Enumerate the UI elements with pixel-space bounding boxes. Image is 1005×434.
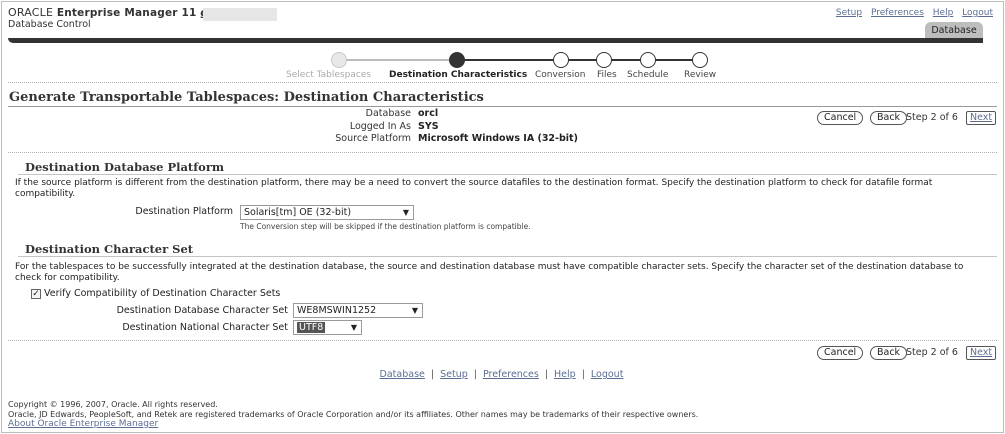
logo-oracle-text: ORACLE [8,6,54,19]
help-link[interactable]: Help [933,8,954,18]
footer-logout-link[interactable]: Logout [591,369,624,380]
step-dot-schedule [640,52,656,68]
header-bar [8,38,983,43]
db-charset-select[interactable]: WE8MSWIN1252 ▼ [293,303,423,318]
db-charset-label: Destination Database Character Set [116,305,288,316]
db-charset-value: WE8MSWIN1252 [297,305,377,316]
footer-database-link[interactable]: Database [380,369,425,380]
divider [8,152,997,153]
national-charset-label: Destination National Character Set [122,322,288,333]
step-label-select-tablespaces: Select Tablespaces [286,70,371,80]
charset-description: For the tablespaces to be successfully i… [15,262,964,283]
step-label-conversion: Conversion [535,70,586,80]
back-button[interactable]: Back [870,111,908,125]
logged-in-label: Logged In As [349,121,411,132]
logo-product-text: Enterprise Manager 11 [56,7,197,19]
destination-platform-value: Solaris[tm] OE (32-bit) [244,207,352,218]
about-link[interactable]: About Oracle Enterprise Manager [8,419,158,429]
setup-link[interactable]: Setup [836,8,862,18]
section-rule [18,174,997,175]
title-rule [8,106,997,107]
step-label-review: Review [684,70,717,80]
branding: ORACLE Enterprise Manager 11 g Database … [8,7,208,31]
platform-section-heading: Destination Database Platform [25,160,225,174]
footer-setup-link[interactable]: Setup [440,369,468,380]
cancel-button-bottom[interactable]: Cancel [817,346,864,360]
source-platform-value: Microsoft Windows IA (32-bit) [418,133,578,144]
step-label-schedule: Schedule [627,70,669,80]
redacted-hostname [203,8,277,21]
copyright-line: Copyright © 1996, 2007, Oracle. All righ… [8,400,218,409]
step-label-destination-characteristics: Destination Characteristics [389,70,528,80]
tab-database[interactable]: Database [925,22,983,38]
global-links: Setup Preferences Help Logout [830,8,993,18]
step-dot-review [692,52,708,68]
train-line [463,59,703,61]
charset-section-heading: Destination Character Set [25,242,194,256]
train-line-done [339,59,457,61]
next-button[interactable]: Next [966,111,997,125]
step-label-files: Files [597,70,617,80]
destination-platform-select[interactable]: Solaris[tm] OE (32-bit) ▼ [240,205,414,220]
step-indicator-bottom: Step 2 of 6 [906,347,958,358]
logged-in-value: SYS [418,121,439,132]
source-platform-label: Source Platform [335,133,411,144]
platform-description: If the source platform is different from… [15,178,933,199]
step-indicator: Step 2 of 6 [906,112,958,123]
destination-platform-label: Destination Platform [135,206,233,217]
dropdown-arrow-icon: ▼ [350,323,357,332]
cancel-button[interactable]: Cancel [817,111,864,125]
verify-compatibility-checkbox[interactable]: ✓ [31,289,41,299]
national-charset-select[interactable]: UTF8 ▼ [293,320,362,335]
step-dot-conversion [553,52,569,68]
back-button-bottom[interactable]: Back [870,346,908,360]
page-title: Generate Transportable Tablespaces: Dest… [9,90,484,105]
verify-compatibility-label: Verify Compatibility of Destination Char… [44,288,281,299]
divider [8,82,997,83]
logout-link[interactable]: Logout [962,8,993,18]
database-label: Database [365,108,411,119]
copyright: Copyright © 1996, 2007, Oracle. All righ… [8,400,698,419]
app-subtitle: Database Control [8,19,91,30]
divider [8,340,997,341]
dropdown-arrow-icon: ▼ [402,208,409,217]
step-dot-destination-characteristics [449,52,465,68]
platform-hint: The Conversion step will be skipped if t… [240,222,531,231]
national-charset-value: UTF8 [297,322,326,333]
trademark-line: Oracle, JD Edwards, PeopleSoft, and Rete… [8,409,699,419]
section-rule [18,256,997,257]
next-button-bottom[interactable]: Next [966,346,997,360]
footer-links: Database | Setup | Preferences | Help | Logout [379,369,624,380]
oracle-logo: ORACLE Enterprise Manager 11 g [8,6,208,20]
database-value: orcl [418,108,439,119]
step-dot-files [596,52,612,68]
step-dot-select-tablespaces [331,52,347,68]
preferences-link[interactable]: Preferences [871,8,924,18]
footer-help-link[interactable]: Help [554,369,576,380]
dropdown-arrow-icon: ▼ [411,306,418,315]
footer-preferences-link[interactable]: Preferences [483,369,539,380]
